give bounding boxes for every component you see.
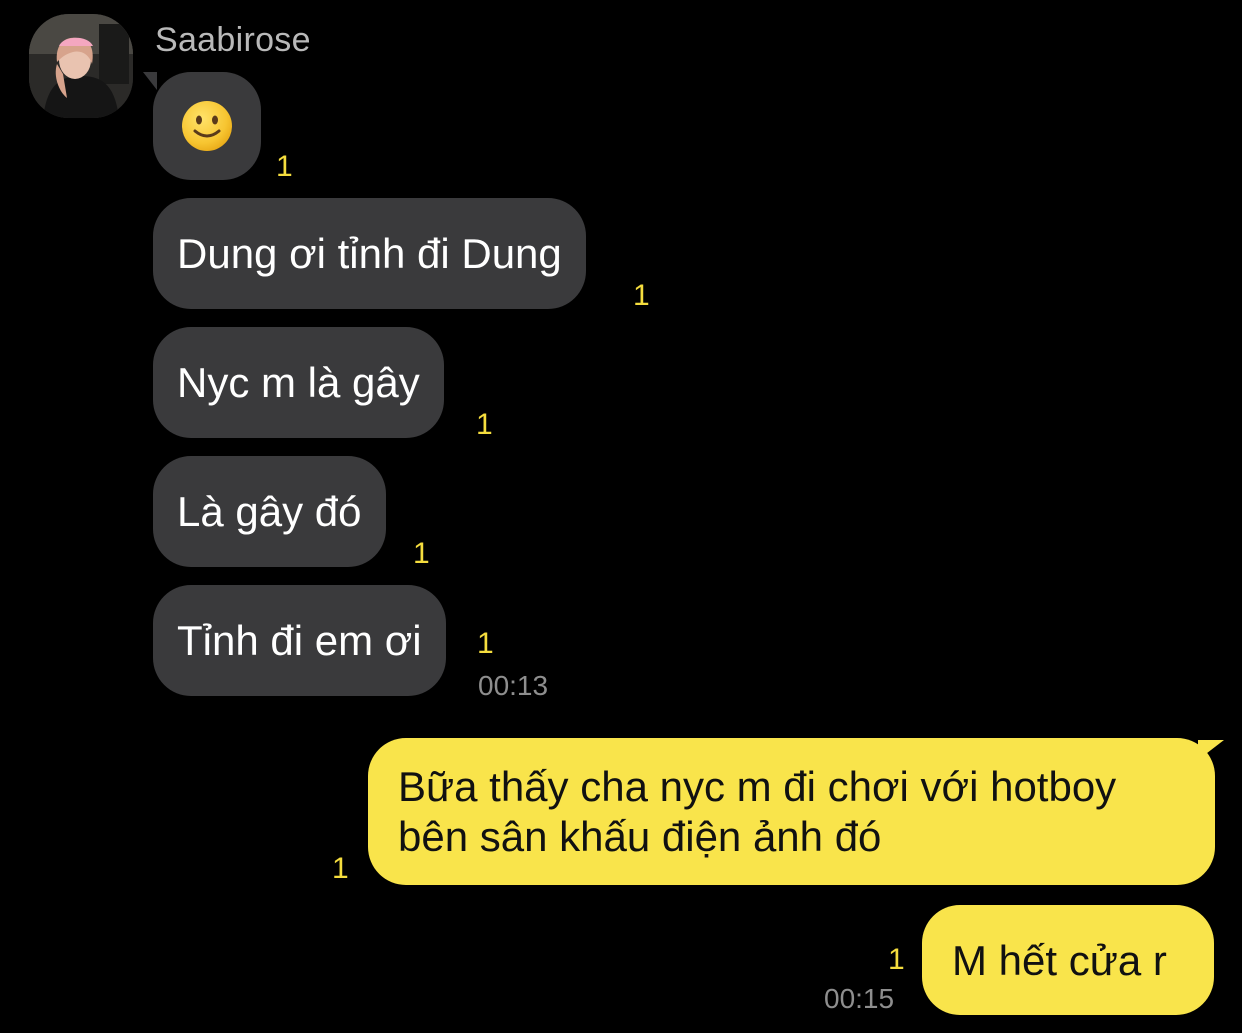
message-timestamp: 00:13: [478, 670, 549, 701]
message-text: Nyc m là gây: [177, 358, 420, 406]
message-text: M hết cửa r: [952, 937, 1167, 984]
read-count: 1: [888, 943, 905, 976]
message-text: Là gây đó: [177, 487, 362, 535]
incoming-message[interactable]: Nyc m là gây: [153, 327, 444, 438]
message-text: Tỉnh đi em ơi: [177, 616, 422, 664]
message-text: Bữa thấy cha nyc m đi chơi với hotboy bê…: [398, 763, 1117, 860]
bubble-tail: [143, 72, 157, 90]
incoming-message[interactable]: Tỉnh đi em ơi: [153, 585, 446, 696]
incoming-message[interactable]: Là gây đó: [153, 456, 386, 567]
incoming-message-emoji[interactable]: 🙂: [153, 72, 261, 180]
read-count: 1: [633, 279, 650, 312]
outgoing-message[interactable]: Bữa thấy cha nyc m đi chơi với hotboy bê…: [368, 738, 1215, 885]
profile-photo-icon: [29, 14, 133, 118]
outgoing-message[interactable]: M hết cửa r: [922, 905, 1214, 1015]
read-count: 1: [332, 852, 349, 885]
read-count: 1: [413, 537, 430, 570]
sender-name: Saabirose: [155, 21, 311, 59]
slightly-smiling-face-icon: [182, 101, 232, 151]
read-count: 1: [476, 408, 493, 441]
message-timestamp: 00:15: [824, 983, 895, 1014]
incoming-message[interactable]: Dung ơi tỉnh đi Dung: [153, 198, 586, 309]
read-count: 1: [477, 627, 494, 660]
sender-avatar[interactable]: [29, 14, 133, 118]
read-count: 1: [276, 150, 293, 183]
message-text: Dung ơi tỉnh đi Dung: [177, 229, 562, 277]
